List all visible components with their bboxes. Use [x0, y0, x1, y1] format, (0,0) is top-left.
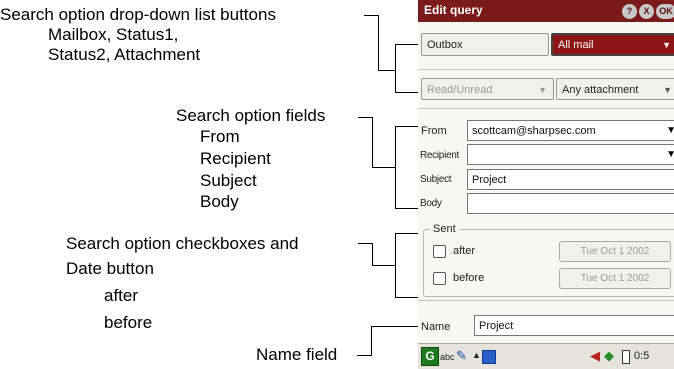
callout-line	[372, 167, 395, 168]
callout-line	[395, 208, 419, 209]
chevron-down-icon: ▼	[538, 85, 547, 95]
callout-line	[395, 44, 396, 92]
subject-field[interactable]: Project	[467, 169, 674, 190]
subject-label: Subject	[420, 174, 452, 185]
chevron-down-icon: ▼	[666, 145, 674, 164]
attachment-dropdown[interactable]: Any attachment ▼	[556, 78, 674, 100]
annotation-fields-subject: Subject	[200, 171, 257, 190]
start-menu-button[interactable]: G	[421, 347, 439, 366]
callout-line	[395, 297, 419, 298]
callout-line	[395, 126, 419, 127]
callout-line	[372, 117, 373, 167]
recipient-label: Recipient	[420, 150, 459, 161]
from-value: scottcam@sharpsec.com	[472, 125, 596, 137]
before-checkbox[interactable]	[433, 272, 446, 285]
body-label: Body	[420, 198, 442, 209]
callout-line	[357, 355, 371, 356]
status2-dropdown[interactable]: Read/Unread ▼	[421, 78, 554, 100]
divider	[418, 69, 674, 70]
from-label: From	[421, 125, 447, 137]
annotation-checkboxes-title: Search option checkboxes and	[66, 234, 299, 253]
before-date-button[interactable]: Tue Oct 1 2002	[559, 268, 671, 289]
annotation-fields-recipient: Recipient	[200, 149, 271, 168]
mailbox-value: Outbox	[427, 39, 463, 51]
ok-button[interactable]: OK	[656, 4, 674, 19]
help-icon[interactable]: ?	[622, 4, 637, 19]
speaker-icon[interactable]: ◀	[590, 348, 600, 364]
name-field[interactable]: Project	[474, 315, 674, 336]
subject-value: Project	[472, 174, 507, 186]
callout-line	[371, 326, 419, 327]
status1-dropdown[interactable]: All mail ▼	[551, 33, 674, 56]
callout-line	[372, 243, 373, 265]
name-label: Name	[421, 321, 451, 333]
annotation-fields-title: Search option fields	[176, 106, 326, 125]
window-title: Edit query	[424, 3, 483, 17]
caret-up-icon[interactable]: ▲	[472, 350, 481, 360]
after-date-button[interactable]: Tue Oct 1 2002	[559, 241, 671, 262]
before-label: before	[453, 272, 485, 284]
recipient-field[interactable]: ▼	[467, 144, 674, 165]
device-screen: Edit query ? X OK Outbox All mail ▼ Read…	[418, 0, 674, 369]
name-value: Project	[479, 320, 514, 332]
keyboard-icon[interactable]	[482, 350, 496, 364]
close-icon[interactable]: X	[639, 4, 654, 19]
network-icon[interactable]: ◆	[604, 348, 614, 364]
annotation-dropdown-line2: Mailbox, Status1,	[48, 25, 179, 44]
annotation-dropdown-line3: Status2, Attachment	[48, 45, 201, 64]
body-field[interactable]	[467, 193, 674, 214]
callout-line	[395, 92, 419, 93]
annotation-checkboxes-line2: Date button	[66, 259, 154, 278]
callout-line	[395, 233, 396, 297]
callout-line	[378, 70, 395, 71]
annotation-name-field: Name field	[256, 345, 338, 364]
annotation-checkboxes-before: before	[104, 313, 153, 332]
status1-value: All mail	[558, 39, 594, 51]
after-checkbox[interactable]	[433, 245, 446, 258]
annotation-dropdown-title: Search option drop-down list buttons	[0, 5, 276, 24]
input-method-indicator[interactable]: abc	[440, 352, 455, 362]
callout-line	[371, 326, 372, 356]
callout-line	[395, 233, 419, 234]
from-field[interactable]: scottcam@sharpsec.com ▼	[467, 120, 674, 141]
title-bar: Edit query ? X OK	[418, 0, 674, 22]
callout-line	[358, 117, 372, 118]
callout-line	[358, 243, 372, 244]
annotation-fields-from: From	[200, 127, 240, 146]
after-label: after	[453, 245, 476, 257]
status2-value: Read/Unread	[427, 84, 493, 96]
divider	[418, 300, 674, 301]
chevron-down-icon: ▼	[666, 121, 674, 140]
attachment-value: Any attachment	[562, 84, 639, 96]
chevron-down-icon: ▼	[662, 40, 671, 50]
annotation-checkboxes-after: after	[104, 286, 139, 305]
callout-line	[378, 15, 379, 70]
battery-icon	[622, 350, 630, 364]
mailbox-dropdown[interactable]: Outbox	[421, 33, 549, 56]
chevron-down-icon: ▼	[663, 85, 672, 95]
divider	[418, 108, 674, 109]
pencil-icon[interactable]: ✎	[456, 348, 467, 364]
callout-line	[372, 265, 395, 266]
clock: 0:5	[634, 350, 650, 362]
taskbar: G abc ✎ ▲ ◀ ◆ 0:5	[418, 343, 674, 369]
callout-line	[395, 126, 396, 208]
callout-line	[395, 44, 419, 45]
callout-line	[364, 15, 378, 16]
annotation-fields-body: Body	[200, 192, 239, 211]
sent-legend: Sent	[430, 223, 459, 235]
